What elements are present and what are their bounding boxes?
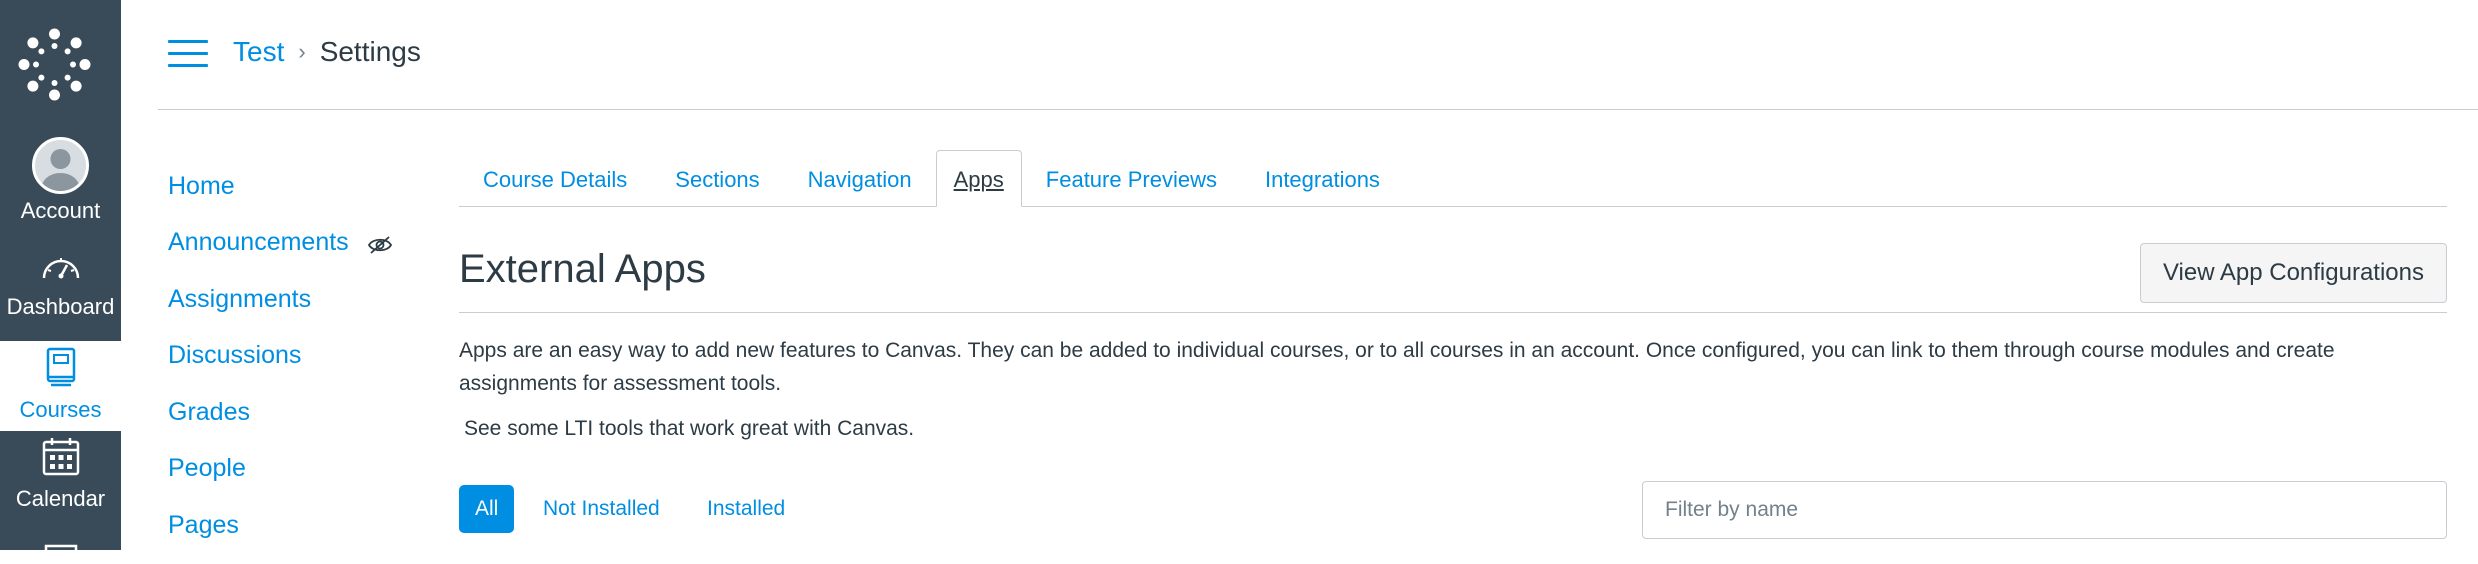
settings-tabs: Course Details Sections Navigation Apps … bbox=[459, 150, 2447, 207]
canvas-logo-icon[interactable] bbox=[18, 28, 91, 101]
global-nav-courses[interactable]: Courses bbox=[0, 341, 121, 431]
course-nav-label: People bbox=[168, 454, 246, 483]
breadcrumb-chevron-icon: › bbox=[298, 39, 306, 64]
course-nav-label: Pages bbox=[168, 510, 239, 539]
tab-integrations[interactable]: Integrations bbox=[1241, 150, 1404, 206]
page-title: External Apps bbox=[459, 247, 706, 291]
course-nav-label: Assignments bbox=[168, 284, 312, 313]
calendar-label: Calendar bbox=[15, 486, 106, 511]
breadcrumb-course-link[interactable]: Test bbox=[233, 36, 284, 68]
lti-tools-text: See some LTI tools that work great with … bbox=[464, 417, 915, 440]
course-nav-label: Announcements bbox=[168, 228, 349, 257]
global-nav-calendar[interactable]: Calendar bbox=[0, 436, 121, 531]
inbox-icon bbox=[44, 538, 78, 564]
course-nav-grades[interactable]: Grades bbox=[168, 384, 428, 441]
course-nav-assignments[interactable]: Assignments bbox=[168, 271, 428, 328]
filter-installed-button[interactable]: Installed bbox=[707, 485, 785, 533]
course-nav-home[interactable]: Home bbox=[168, 158, 428, 215]
course-nav-label: Discussions bbox=[168, 341, 302, 370]
courses-book-icon bbox=[45, 347, 77, 393]
dashboard-label: Dashboard bbox=[6, 294, 115, 319]
app-filters: All Not Installed Installed bbox=[459, 477, 2447, 539]
filter-not-installed-button[interactable]: Not Installed bbox=[543, 485, 660, 533]
course-nav-label: Home bbox=[168, 171, 235, 200]
course-nav-discussions[interactable]: Discussions bbox=[168, 328, 428, 385]
courses-label: Courses bbox=[19, 397, 102, 422]
course-nav-label: Grades bbox=[168, 397, 250, 426]
hamburger-menu-icon[interactable] bbox=[168, 40, 208, 70]
tab-navigation[interactable]: Navigation bbox=[784, 150, 936, 206]
tab-apps[interactable]: Apps bbox=[935, 150, 1022, 207]
filter-all-button[interactable]: All bbox=[459, 485, 515, 533]
course-nav-pages[interactable]: Pages bbox=[168, 497, 428, 554]
hidden-eye-icon bbox=[367, 233, 393, 254]
global-nav-dashboard[interactable]: Dashboard bbox=[0, 252, 121, 336]
avatar bbox=[32, 137, 89, 194]
filter-by-name-input[interactable] bbox=[1642, 481, 2447, 539]
course-nav-people[interactable]: People bbox=[168, 441, 428, 498]
view-app-configurations-button[interactable]: View App Configurations bbox=[2139, 243, 2447, 303]
global-nav: Account Dashboard Courses Calendar bbox=[0, 0, 121, 564]
breadcrumb-current: Settings bbox=[319, 36, 421, 67]
breadcrumb: Test › Settings bbox=[233, 36, 421, 68]
settings-content: Course Details Sections Navigation Apps … bbox=[459, 150, 2447, 539]
calendar-icon bbox=[42, 436, 80, 482]
global-nav-inbox[interactable] bbox=[0, 538, 121, 564]
external-apps-header: External Apps View App Configurations bbox=[459, 207, 2447, 313]
external-apps-description: Apps are an easy way to add new features… bbox=[459, 339, 2335, 395]
course-nav-announcements[interactable]: Announcements bbox=[168, 215, 428, 272]
tab-sections[interactable]: Sections bbox=[651, 150, 783, 206]
tab-course-details[interactable]: Course Details bbox=[459, 150, 651, 206]
account-label: Account bbox=[20, 198, 101, 223]
page-header: Test › Settings bbox=[158, 0, 2478, 110]
tab-feature-previews[interactable]: Feature Previews bbox=[1022, 150, 1241, 206]
course-nav: Home Announcements Assignments Discussio… bbox=[168, 158, 428, 554]
dashboard-icon bbox=[40, 252, 82, 290]
global-nav-account[interactable]: Account bbox=[0, 137, 121, 237]
